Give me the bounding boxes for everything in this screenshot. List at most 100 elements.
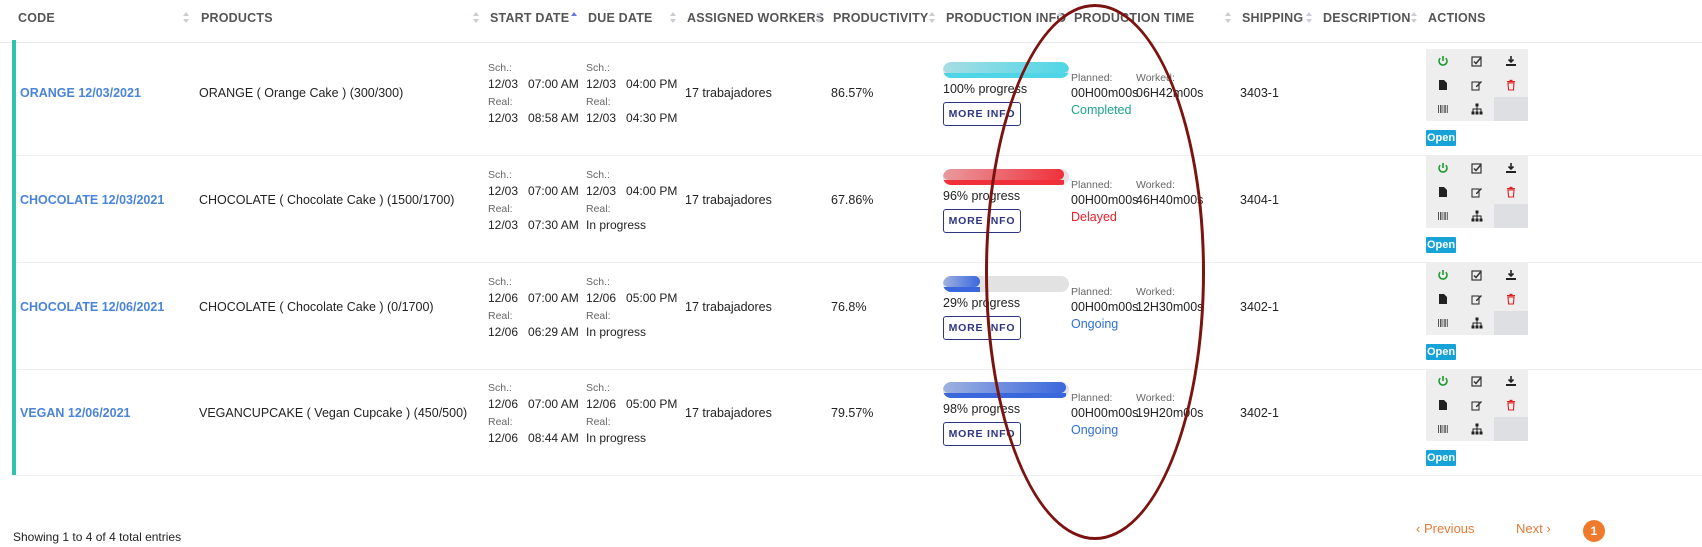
sch-label: Sch.: — [586, 276, 610, 288]
sort-icon[interactable] — [183, 10, 190, 26]
sitemap-button[interactable] — [1460, 311, 1494, 335]
header-description[interactable]: DESCRIPTION — [1323, 11, 1411, 25]
sort-asc-icon[interactable] — [571, 10, 578, 26]
download-button[interactable] — [1494, 369, 1528, 393]
barcode-button[interactable] — [1426, 204, 1460, 228]
trash-button[interactable] — [1494, 73, 1528, 97]
power-button[interactable] — [1426, 156, 1460, 180]
document-button[interactable] — [1426, 180, 1460, 204]
sitemap-icon — [1471, 210, 1483, 222]
more-info-button[interactable]: MORE INFO — [943, 209, 1021, 233]
order-code-link[interactable]: CHOCOLATE 12/06/2021 — [20, 300, 164, 314]
progress-text: 98% progress — [943, 402, 1021, 416]
edit-button[interactable] — [1460, 73, 1494, 97]
next-label: Next — [1516, 521, 1543, 536]
check-square-button[interactable] — [1460, 369, 1494, 393]
power-button[interactable] — [1426, 263, 1460, 287]
open-button[interactable]: Open — [1426, 130, 1456, 146]
download-button[interactable] — [1494, 263, 1528, 287]
header-productivity[interactable]: PRODUCTIVITY — [833, 11, 928, 25]
sort-icon[interactable] — [1306, 10, 1313, 26]
date: 12/06 — [488, 431, 519, 445]
scheduled-due: 12/03 04:00 PM — [586, 184, 677, 198]
sort-icon[interactable] — [929, 10, 936, 26]
edit-button[interactable] — [1460, 180, 1494, 204]
sort-icon[interactable] — [1411, 10, 1418, 26]
download-button[interactable] — [1494, 156, 1528, 180]
shipping-code: 3404-1 — [1240, 193, 1279, 207]
check-square-button[interactable] — [1460, 263, 1494, 287]
open-button[interactable]: Open — [1426, 450, 1456, 466]
shipping-code: 3402-1 — [1240, 406, 1279, 420]
previous-page-link[interactable]: ‹ Previous — [1416, 521, 1475, 536]
sitemap-button[interactable] — [1460, 97, 1494, 121]
sort-icon[interactable] — [1225, 10, 1232, 26]
date: 12/03 — [488, 184, 519, 198]
production-info-cell: 96% progress MORE INFO — [943, 169, 1073, 239]
page-1-button[interactable]: 1 — [1583, 520, 1605, 542]
planned-value: 00H00m00s — [1071, 300, 1139, 314]
header-production-time[interactable]: PRODUCTION TIME — [1074, 11, 1194, 25]
time: 04:00 PM — [626, 184, 678, 198]
product-name: VEGANCUPCAKE ( Vegan Cupcake ) (450/500) — [199, 406, 468, 420]
order-code-link[interactable]: VEGAN 12/06/2021 — [20, 406, 131, 420]
scheduled-start: 12/06 07:00 AM — [488, 291, 579, 305]
production-info-cell: 29% progress MORE INFO — [943, 276, 1073, 346]
edit-button[interactable] — [1460, 287, 1494, 311]
trash-button[interactable] — [1494, 180, 1528, 204]
document-icon — [1437, 186, 1449, 198]
empty-action-slot — [1494, 417, 1528, 441]
header-shipping[interactable]: SHIPPING — [1242, 11, 1303, 25]
productivity-value: 67.86% — [831, 193, 874, 207]
check-square-button[interactable] — [1460, 156, 1494, 180]
header-code[interactable]: CODE — [18, 11, 55, 25]
actions-group: Open — [1426, 49, 1536, 146]
barcode-button[interactable] — [1426, 97, 1460, 121]
header-assigned-workers[interactable]: ASSIGNED WORKERS — [687, 11, 824, 25]
check-square-icon — [1471, 269, 1483, 281]
check-square-icon — [1471, 162, 1483, 174]
header-start-date[interactable]: START DATE — [490, 11, 569, 25]
barcode-button[interactable] — [1426, 417, 1460, 441]
document-button[interactable] — [1426, 287, 1460, 311]
document-button[interactable] — [1426, 73, 1460, 97]
header-production-info[interactable]: PRODUCTION INFO — [946, 11, 1066, 25]
header-due-date[interactable]: DUE DATE — [588, 11, 653, 25]
download-button[interactable] — [1494, 49, 1528, 73]
sort-icon[interactable] — [816, 10, 823, 26]
document-button[interactable] — [1426, 393, 1460, 417]
power-button[interactable] — [1426, 49, 1460, 73]
open-button[interactable]: Open — [1426, 237, 1456, 253]
planned-label: Planned: — [1071, 392, 1113, 404]
edit-icon — [1471, 79, 1483, 91]
worked-label: Worked: — [1136, 179, 1175, 191]
sort-icon[interactable] — [1057, 10, 1064, 26]
sitemap-button[interactable] — [1460, 417, 1494, 441]
sitemap-button[interactable] — [1460, 204, 1494, 228]
edit-button[interactable] — [1460, 393, 1494, 417]
more-info-button[interactable]: MORE INFO — [943, 422, 1021, 446]
more-info-button[interactable]: MORE INFO — [943, 316, 1021, 340]
barcode-button[interactable] — [1426, 311, 1460, 335]
order-code-link[interactable]: ORANGE 12/03/2021 — [20, 86, 141, 100]
next-page-link[interactable]: Next › — [1516, 521, 1551, 536]
power-icon — [1437, 55, 1449, 67]
trash-button[interactable] — [1494, 287, 1528, 311]
shipping-code: 3402-1 — [1240, 300, 1279, 314]
order-code-link[interactable]: CHOCOLATE 12/03/2021 — [20, 193, 164, 207]
entries-summary: Showing 1 to 4 of 4 total entries — [13, 530, 182, 544]
planned-label: Planned: — [1071, 179, 1113, 191]
actions-group: Open — [1426, 263, 1536, 360]
production-time-cell: Planned: Worked: 00H00m00s 19H20m00s Ong… — [1071, 392, 1221, 442]
trash-button[interactable] — [1494, 393, 1528, 417]
open-button[interactable]: Open — [1426, 344, 1456, 360]
check-square-button[interactable] — [1460, 49, 1494, 73]
due-date-cell: Sch.: 12/06 05:00 PM Real: In progress — [586, 276, 677, 339]
sch-label: Sch.: — [586, 169, 610, 181]
header-products[interactable]: PRODUCTS — [201, 11, 273, 25]
sort-icon[interactable] — [670, 10, 677, 26]
sort-icon[interactable] — [473, 10, 480, 26]
power-button[interactable] — [1426, 369, 1460, 393]
more-info-button[interactable]: MORE INFO — [943, 102, 1021, 126]
progress-bar — [943, 169, 1069, 185]
